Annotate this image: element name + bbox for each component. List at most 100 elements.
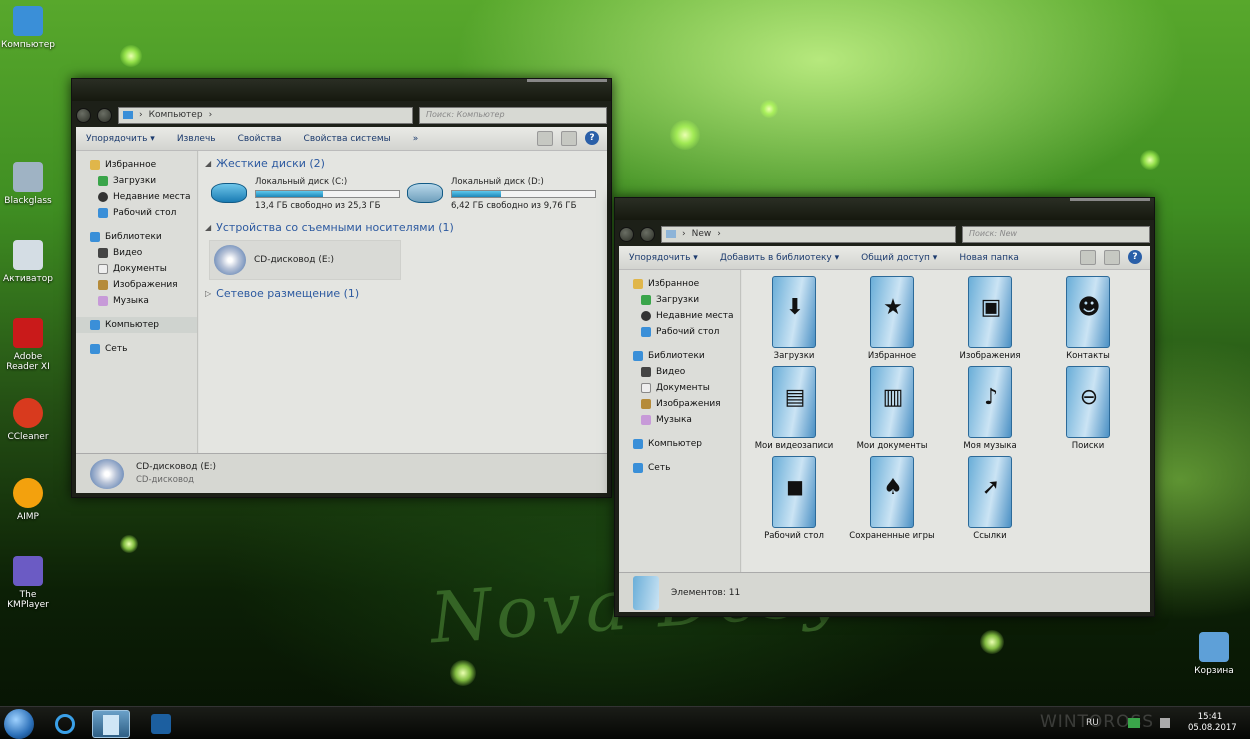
nav-documents[interactable]: Документы xyxy=(76,261,197,277)
nav-computer[interactable]: Компьютер xyxy=(76,317,197,333)
network-tray-icon[interactable] xyxy=(1128,718,1140,728)
folder-item[interactable]: ▣ Изображения xyxy=(942,276,1038,362)
cd-drive[interactable]: CD-дисковод (E:) xyxy=(209,240,401,280)
folder-label: Контакты xyxy=(1066,351,1110,361)
cd-drive-icon xyxy=(214,245,246,275)
hard-drive-icon xyxy=(407,183,443,203)
drive-usage-bar xyxy=(451,190,596,198)
hard-drive-icon xyxy=(211,183,247,203)
nav-video[interactable]: Видео xyxy=(76,245,197,261)
nav-desktop[interactable]: Рабочий стол xyxy=(76,205,197,221)
eject-button[interactable]: Извлечь xyxy=(177,134,216,144)
folder-item[interactable]: ☻ Контакты xyxy=(1040,276,1136,362)
more-button[interactable]: » xyxy=(413,134,419,144)
view-options-button[interactable] xyxy=(1080,250,1096,265)
title-bar[interactable] xyxy=(72,79,611,101)
share-button[interactable]: Общий доступ ▾ xyxy=(861,253,937,263)
organize-button[interactable]: Упорядочить ▾ xyxy=(629,253,698,263)
nav-pictures[interactable]: Изображения xyxy=(619,396,740,412)
folder-icon: ▣ xyxy=(968,276,1012,348)
folder-icon: ♪ xyxy=(968,366,1012,438)
organize-button[interactable]: Упорядочить ▾ xyxy=(86,134,155,144)
desktop-icon-recycle-bin[interactable]: Корзина xyxy=(1184,632,1244,676)
drive-d[interactable]: Локальный диск (D:) 6,42 ГБ свободно из 9… xyxy=(407,177,596,211)
address-bar[interactable]: › Компьютер › xyxy=(118,106,413,124)
tray-clock[interactable]: 15:41 05.08.2017 xyxy=(1188,712,1237,734)
address-bar[interactable]: › New › xyxy=(661,225,956,243)
group-header-hard-disks[interactable]: ◢ Жесткие диски (2) xyxy=(205,157,325,170)
drive-c[interactable]: Локальный диск (C:) 13,4 ГБ свободно из 2… xyxy=(211,177,400,211)
desktop-icon-adobe-reader[interactable]: Adobe Reader XI xyxy=(0,318,58,372)
internet-explorer-taskbar-button[interactable] xyxy=(46,710,84,738)
back-button[interactable] xyxy=(76,107,91,123)
desktop-icon-ccleaner[interactable]: CCleaner xyxy=(0,398,58,442)
nav-downloads[interactable]: Загрузки xyxy=(619,292,740,308)
forward-button[interactable] xyxy=(97,107,112,123)
help-icon[interactable]: ? xyxy=(585,131,599,145)
folder-icon: ★ xyxy=(870,276,914,348)
forward-button[interactable] xyxy=(640,226,655,242)
group-header-removable[interactable]: ◢ Устройства со съемными носителями (1) xyxy=(205,221,454,234)
new-folder-button[interactable]: Новая папка xyxy=(959,253,1019,263)
video-icon xyxy=(641,367,651,377)
desktop-icon-aimp[interactable]: AIMP xyxy=(0,478,58,522)
back-button[interactable] xyxy=(619,226,634,242)
title-bar[interactable] xyxy=(615,198,1154,220)
folder-label: Моя музыка xyxy=(963,441,1017,451)
preview-pane-button[interactable] xyxy=(561,131,577,146)
folder-glyph-icon: ⬇ xyxy=(785,295,805,320)
nav-pictures[interactable]: Изображения xyxy=(76,277,197,293)
network-icon xyxy=(90,344,100,354)
folder-item[interactable]: ♪ Моя музыка xyxy=(942,366,1038,452)
ie-icon xyxy=(55,714,75,734)
desktop-icon-blackglass[interactable]: Blackglass xyxy=(0,162,58,206)
nav-favorites[interactable]: Избранное xyxy=(76,157,197,173)
explorer-taskbar-button[interactable] xyxy=(92,710,130,738)
add-to-library-button[interactable]: Добавить в библиотеку ▾ xyxy=(720,253,839,263)
folder-item[interactable]: ▤ Мои видеозаписи xyxy=(746,366,842,452)
search-input[interactable]: Поиск: New xyxy=(962,225,1150,243)
folder-item[interactable]: ➚ Ссылки xyxy=(942,456,1038,542)
nav-libraries[interactable]: Библиотеки xyxy=(76,229,197,245)
desktop-icon xyxy=(98,208,108,218)
properties-button[interactable]: Свойства xyxy=(238,134,282,144)
start-button[interactable] xyxy=(4,709,34,739)
nav-downloads[interactable]: Загрузки xyxy=(76,173,197,189)
nav-recent[interactable]: Недавние места xyxy=(619,308,740,324)
nav-video[interactable]: Видео xyxy=(619,364,740,380)
desktop-icon-kmplayer[interactable]: The KMPlayer xyxy=(0,556,58,610)
nav-documents[interactable]: Документы xyxy=(619,380,740,396)
folder-item[interactable]: ♠ Сохраненные игры xyxy=(844,456,940,542)
nav-network[interactable]: Сеть xyxy=(619,460,740,476)
nav-music[interactable]: Музыка xyxy=(619,412,740,428)
search-input[interactable]: Поиск: Компьютер xyxy=(419,106,607,124)
nav-recent[interactable]: Недавние места xyxy=(76,189,197,205)
nav-computer[interactable]: Компьютер xyxy=(619,436,740,452)
media-player-icon xyxy=(151,714,171,734)
folder-glyph-icon: ▥ xyxy=(882,385,904,410)
folder-label: Мои видеозаписи xyxy=(754,441,834,451)
folder-icon: ⊖ xyxy=(1066,366,1110,438)
folder-item[interactable]: ◼ Рабочий стол xyxy=(746,456,842,542)
nav-desktop[interactable]: Рабочий стол xyxy=(619,324,740,340)
taskbar: RU WINTOROSS 15:41 05.08.2017 xyxy=(0,706,1250,739)
nav-favorites[interactable]: Избранное xyxy=(619,276,740,292)
group-header-network[interactable]: ▷ Сетевое размещение (1) xyxy=(205,287,359,300)
preview-pane-button[interactable] xyxy=(1104,250,1120,265)
volume-tray-icon[interactable] xyxy=(1160,718,1170,728)
help-icon[interactable]: ? xyxy=(1128,250,1142,264)
folder-item[interactable]: ⊖ Поиски xyxy=(1040,366,1136,452)
desktop-icon-activator[interactable]: Активатор xyxy=(0,240,58,284)
view-options-button[interactable] xyxy=(537,131,553,146)
ccleaner-icon xyxy=(13,398,43,428)
nav-music[interactable]: Музыка xyxy=(76,293,197,309)
system-properties-button[interactable]: Свойства системы xyxy=(304,134,391,144)
nav-network[interactable]: Сеть xyxy=(76,341,197,357)
folder-item[interactable]: ★ Избранное xyxy=(844,276,940,362)
nav-libraries[interactable]: Библиотеки xyxy=(619,348,740,364)
folder-item[interactable]: ⬇ Загрузки xyxy=(746,276,842,362)
content-area: ⬇ Загрузки ★ Избранное ▣ Изображения ☻ Контакты… xyxy=(742,270,1150,572)
desktop-icon-computer[interactable]: Компьютер xyxy=(0,6,58,50)
folder-item[interactable]: ▥ Мои документы xyxy=(844,366,940,452)
media-player-taskbar-button[interactable] xyxy=(142,710,180,738)
